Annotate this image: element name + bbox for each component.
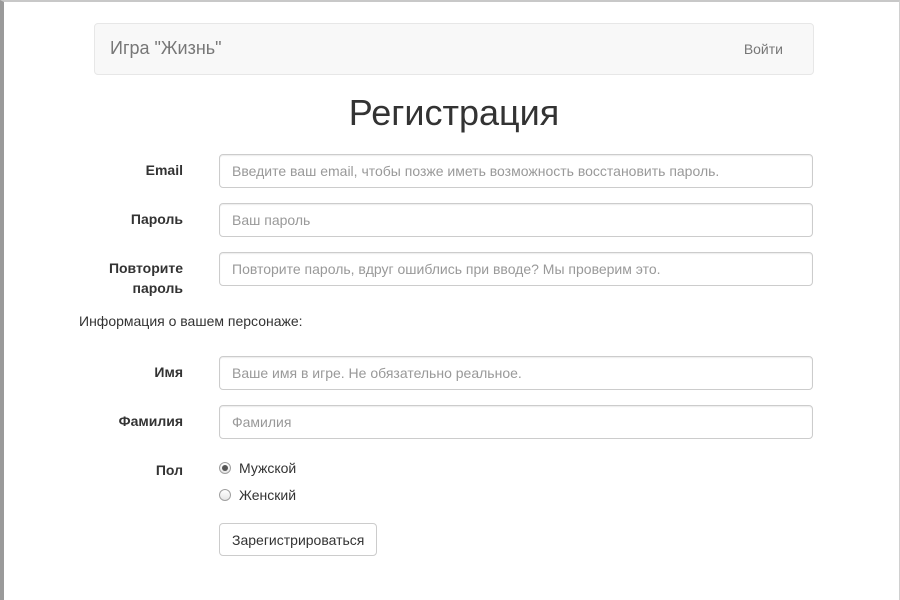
password-repeat-field[interactable]	[219, 252, 813, 286]
password-label: Пароль	[130, 211, 183, 227]
navbar: Игра "Жизнь" Войти	[94, 23, 814, 75]
register-button[interactable]: Зарегистрироваться	[219, 523, 378, 556]
login-link[interactable]: Войти	[744, 41, 783, 57]
password-repeat-label-line1: Повторите	[108, 260, 183, 276]
radio-unchecked-icon[interactable]	[219, 489, 231, 501]
character-info-text: Информация о вашем персонаже:	[79, 313, 303, 329]
gender-option-female[interactable]: Женский	[219, 487, 296, 503]
gender-option-male[interactable]: Мужской	[219, 460, 296, 476]
email-field[interactable]	[219, 154, 813, 188]
gender-option-label: Женский	[239, 487, 297, 503]
page: Игра "Жизнь" Войти Регистрация Email Пар…	[0, 0, 900, 600]
last-name-field[interactable]	[219, 405, 813, 439]
radio-checked-icon[interactable]	[219, 462, 231, 474]
gender-label: Пол	[155, 462, 183, 478]
password-repeat-label: Повторите пароль	[63, 258, 183, 298]
password-field[interactable]	[219, 203, 813, 237]
last-name-label: Фамилия	[118, 413, 183, 429]
password-repeat-label-line2: пароль	[132, 280, 184, 296]
first-name-field[interactable]	[219, 356, 813, 390]
brand-link[interactable]: Игра "Жизнь"	[110, 38, 222, 59]
email-label: Email	[145, 162, 183, 178]
page-title: Регистрация	[348, 92, 560, 133]
gender-option-label: Мужской	[239, 460, 297, 476]
first-name-label: Имя	[154, 364, 183, 380]
